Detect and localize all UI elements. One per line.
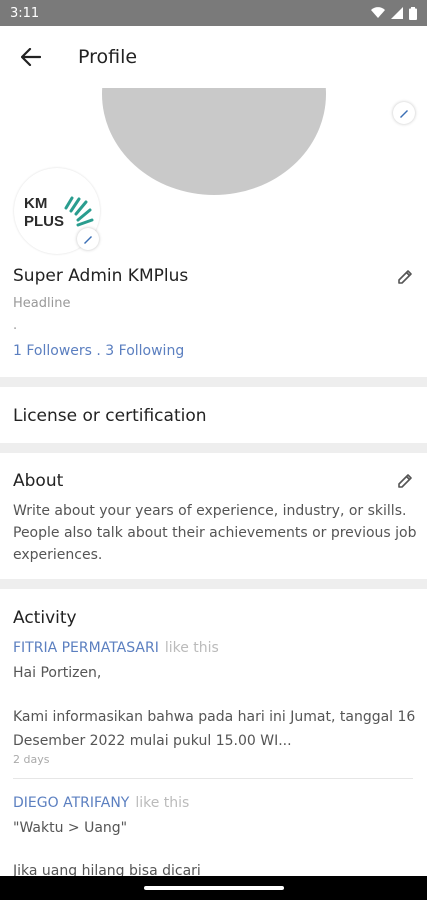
license-section-title[interactable]: License or certification <box>13 406 207 426</box>
battery-icon <box>409 6 417 20</box>
profile-name: Super Admin KMPlus <box>13 266 189 286</box>
home-gesture-handle[interactable] <box>143 886 284 890</box>
activity-post-text[interactable]: Jika uang hilang bisa dicari <box>13 859 417 876</box>
profile-location: . <box>13 318 18 333</box>
divider <box>0 579 427 589</box>
status-icons <box>371 6 417 20</box>
divider <box>0 377 427 387</box>
app-bar: Profile <box>0 26 427 88</box>
about-section-title: About <box>13 471 64 491</box>
edit-profile-button[interactable] <box>396 268 414 290</box>
activity-like-text: like this <box>135 795 190 811</box>
activity-post-text[interactable]: "Waktu > Uang" <box>13 816 417 840</box>
wifi-icon <box>371 7 385 19</box>
activity-post-text[interactable]: Kami informasikan bahwa pada hari ini Ju… <box>13 705 417 753</box>
divider <box>13 778 413 779</box>
arrow-left-icon <box>21 48 41 66</box>
activity-user-link[interactable]: DIEGO ATRIFANY <box>13 795 129 811</box>
activity-item-header: DIEGO ATRIFANY like this <box>13 792 189 811</box>
activity-like-text: like this <box>164 640 219 656</box>
activity-section-title: Activity <box>13 608 77 628</box>
system-nav-bar <box>0 876 427 900</box>
profile-content[interactable]: KM PLUS Super Admin KMPlus Headline . 1 … <box>0 88 427 876</box>
status-time: 3:11 <box>10 5 40 21</box>
edit-cover-button[interactable] <box>393 102 415 124</box>
activity-post-text[interactable]: Hai Portizen, <box>13 661 417 685</box>
back-button[interactable] <box>0 26 62 88</box>
profile-headline: Headline <box>13 296 71 311</box>
edit-about-button[interactable] <box>396 472 414 494</box>
cover-image <box>102 88 326 195</box>
about-text: Write about your years of experience, in… <box>13 503 417 563</box>
logo-text-plus: PLUS <box>24 213 64 230</box>
logo-text-km: KM <box>24 195 47 212</box>
activity-timestamp: 2 days <box>13 753 50 766</box>
divider <box>0 443 427 453</box>
followers-link[interactable]: 1 Followers . 3 Following <box>13 343 184 359</box>
pencil-icon <box>398 474 412 488</box>
edit-avatar-button[interactable] <box>77 228 99 250</box>
activity-user-link[interactable]: FITRIA PERMATASARI <box>13 640 159 656</box>
pencil-icon <box>398 270 412 284</box>
signal-icon <box>391 7 403 19</box>
status-bar: 3:11 <box>0 0 427 26</box>
page-title: Profile <box>78 46 138 68</box>
activity-item-header: FITRIA PERMATASARI like this <box>13 637 219 656</box>
pencil-icon <box>400 110 408 118</box>
pencil-icon <box>84 236 92 244</box>
